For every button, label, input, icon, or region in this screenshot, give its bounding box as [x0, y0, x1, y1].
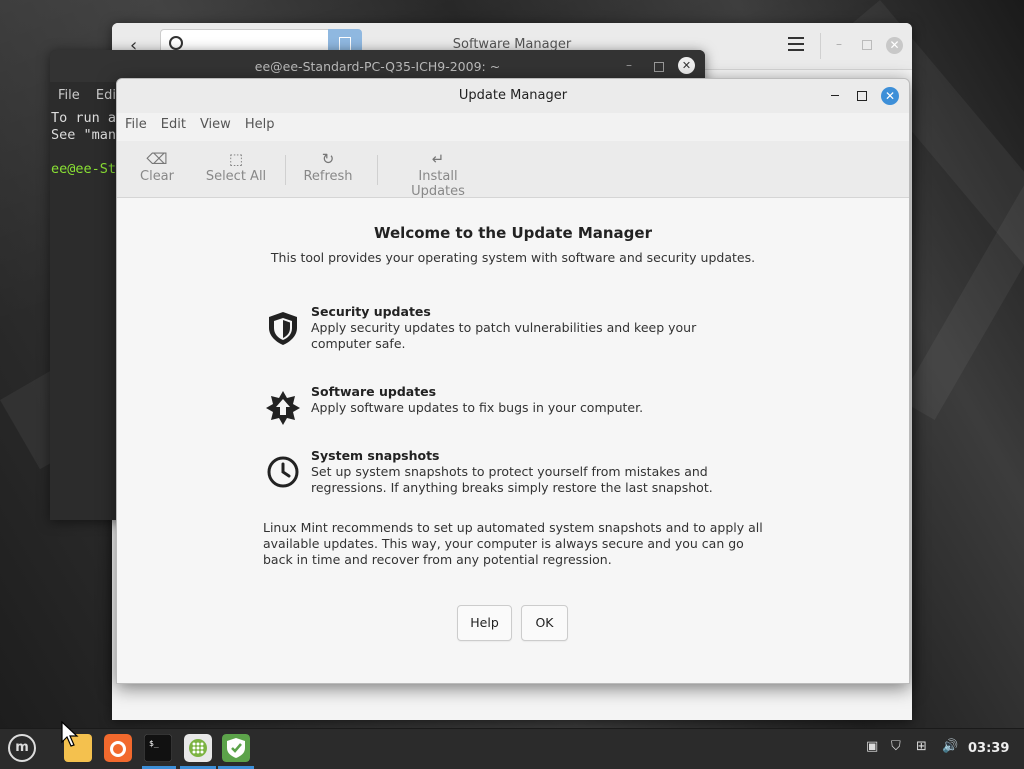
volume-icon[interactable]: 🔊 — [942, 739, 958, 754]
window-title: Update Manager — [458, 88, 568, 103]
backspace-icon: ⌫ — [146, 150, 168, 168]
refresh-button[interactable]: ↻ Refresh — [303, 149, 353, 184]
welcome-content: Welcome to the Update Manager This tool … — [117, 198, 909, 683]
taskbar: m $_ ▣ ⛉ ⊞ 🔊 03:39 — [0, 728, 1024, 769]
toolbar: ⌫ Clear ⬚ Select All ↻ Refresh ↵ Install… — [117, 141, 909, 199]
notification-icon[interactable]: ▣ — [866, 739, 878, 754]
network-icon[interactable]: ⊞ — [916, 739, 927, 754]
install-updates-button[interactable]: ↵ Install Updates — [391, 149, 485, 199]
terminal-output[interactable]: To run a See "man ee@ee-Sta — [51, 110, 124, 178]
hamburger-menu-icon[interactable] — [788, 37, 804, 55]
select-all-button[interactable]: ⬚ Select All — [205, 149, 267, 184]
menu-file[interactable]: File — [58, 88, 80, 103]
feature-title: System snapshots — [311, 448, 440, 463]
clock[interactable]: 03:39 — [968, 741, 1009, 756]
clear-label: Clear — [140, 169, 174, 184]
clear-button[interactable]: ⌫ Clear — [137, 149, 177, 184]
select-all-label: Select All — [205, 169, 267, 184]
terminal-line: To run a — [51, 110, 117, 126]
recommendation-text: Linux Mint recommends to set up automate… — [263, 520, 763, 567]
terminal-line: See "man — [51, 127, 117, 143]
minimize-button[interactable] — [831, 95, 839, 96]
firefox-icon[interactable] — [104, 734, 132, 762]
welcome-title: Welcome to the Update Manager — [374, 224, 652, 242]
star-upload-icon — [266, 391, 300, 425]
close-button[interactable]: ✕ — [678, 57, 695, 74]
menu-file[interactable]: File — [125, 117, 147, 132]
maximize-button[interactable] — [857, 91, 867, 101]
feature-description: Apply security updates to patch vulnerab… — [311, 320, 697, 351]
toolbar-divider — [377, 155, 378, 185]
feature-description: Apply software updates to fix bugs in yo… — [311, 400, 644, 415]
update-manager-window[interactable]: Update Manager ✕ File Edit View Help ⌫ C… — [116, 78, 910, 684]
refresh-label: Refresh — [303, 169, 353, 184]
window-title: ee@ee-Standard-PC-Q35-ICH9-2009: ~ — [254, 59, 501, 74]
ok-button[interactable]: OK — [521, 605, 568, 641]
svg-text:$_: $_ — [149, 739, 159, 748]
install-updates-label: Install Updates — [411, 169, 465, 199]
divider — [820, 33, 821, 59]
software-manager-icon[interactable] — [184, 734, 212, 762]
maximize-button[interactable] — [654, 62, 664, 72]
menu-help[interactable]: Help — [245, 117, 275, 132]
update-manager-titlebar: Update Manager ✕ — [117, 79, 909, 113]
welcome-subtitle: This tool provides your operating system… — [270, 250, 756, 265]
help-button[interactable]: Help — [457, 605, 512, 641]
mouse-cursor-icon — [61, 720, 79, 747]
menu-view[interactable]: View — [200, 117, 231, 132]
feature-title: Software updates — [311, 384, 437, 399]
terminal-prompt: ee@ee-Sta — [51, 161, 125, 177]
menu-launcher-icon[interactable]: m — [8, 734, 36, 762]
update-shield-icon[interactable]: ⛉ — [891, 739, 901, 754]
close-button[interactable]: ✕ — [881, 87, 899, 105]
toolbar-divider — [285, 155, 286, 185]
minimize-button[interactable]: – — [836, 37, 842, 51]
clock-icon — [267, 456, 299, 488]
menu-edit[interactable]: Edit — [161, 117, 186, 132]
feature-description: Set up system snapshots to protect yours… — [311, 464, 713, 495]
feature-title: Security updates — [311, 304, 431, 319]
update-manager-icon[interactable] — [222, 734, 250, 762]
close-button[interactable]: ✕ — [886, 37, 903, 54]
terminal-icon[interactable]: $_ — [144, 734, 172, 762]
shield-icon — [269, 312, 297, 345]
menubar: File Edit View Help — [125, 117, 274, 132]
enter-arrow-icon: ↵ — [431, 150, 445, 168]
maximize-button[interactable] — [862, 40, 872, 50]
select-all-icon: ⬚ — [228, 150, 244, 168]
minimize-button[interactable]: – — [626, 58, 632, 72]
refresh-icon: ↻ — [321, 150, 335, 168]
